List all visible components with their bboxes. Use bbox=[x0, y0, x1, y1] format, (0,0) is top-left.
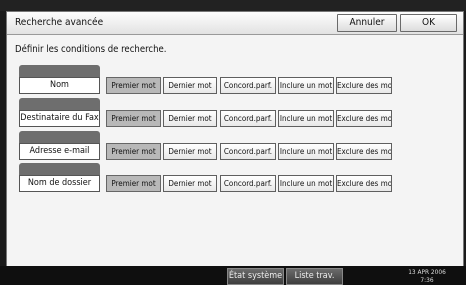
search-row-email: Adresse e-mail Premier mot Dernier mot C… bbox=[7, 131, 463, 165]
option-last-word[interactable]: Dernier mot bbox=[163, 143, 217, 160]
search-row-fax-destination: Destinataire du Fax Premier mot Dernier … bbox=[7, 98, 463, 132]
option-include-word[interactable]: Inclure un mot bbox=[278, 110, 334, 127]
field-tab bbox=[19, 163, 100, 175]
date-text: 13 APR 2006 bbox=[408, 268, 446, 276]
option-exclude-words[interactable]: Exclure des mots bbox=[336, 77, 392, 94]
option-exact-match[interactable]: Concord.parf. bbox=[220, 77, 276, 94]
option-exclude-words[interactable]: Exclure des mots bbox=[336, 175, 392, 192]
option-first-word[interactable]: Premier mot bbox=[106, 77, 161, 94]
date-time: 13 APR 2006 7:36 bbox=[394, 268, 460, 284]
instruction-text: Définir les conditions de recherche. bbox=[15, 44, 167, 55]
option-exact-match[interactable]: Concord.parf. bbox=[220, 175, 276, 192]
job-list-button[interactable]: Liste trav. bbox=[286, 268, 343, 285]
field-tab bbox=[19, 131, 100, 143]
option-exclude-words[interactable]: Exclure des mots bbox=[336, 110, 392, 127]
title-bar: Recherche avancée Annuler OK bbox=[7, 12, 463, 35]
option-include-word[interactable]: Inclure un mot bbox=[278, 77, 334, 94]
field-button-folder[interactable]: Nom de dossier bbox=[19, 175, 100, 192]
option-last-word[interactable]: Dernier mot bbox=[163, 77, 217, 94]
option-include-word[interactable]: Inclure un mot bbox=[278, 175, 334, 192]
status-bar: État système Liste trav. 13 APR 2006 7:3… bbox=[0, 266, 466, 285]
option-include-word[interactable]: Inclure un mot bbox=[278, 143, 334, 160]
option-last-word[interactable]: Dernier mot bbox=[163, 175, 217, 192]
option-exact-match[interactable]: Concord.parf. bbox=[220, 110, 276, 127]
system-status-button[interactable]: État système bbox=[227, 268, 284, 285]
search-row-name: Nom Premier mot Dernier mot Concord.parf… bbox=[7, 65, 463, 99]
time-text: 7:36 bbox=[420, 276, 434, 284]
option-exact-match[interactable]: Concord.parf. bbox=[220, 143, 276, 160]
option-first-word[interactable]: Premier mot bbox=[106, 175, 161, 192]
option-last-word[interactable]: Dernier mot bbox=[163, 110, 217, 127]
field-tab bbox=[19, 98, 100, 110]
page-title: Recherche avancée bbox=[15, 17, 104, 28]
option-exclude-words[interactable]: Exclure des mots bbox=[336, 143, 392, 160]
option-first-word[interactable]: Premier mot bbox=[106, 110, 161, 127]
field-button-fax-destination[interactable]: Destinataire du Fax bbox=[19, 110, 100, 127]
cancel-button[interactable]: Annuler bbox=[337, 14, 397, 32]
search-row-folder: Nom de dossier Premier mot Dernier mot C… bbox=[7, 163, 463, 197]
option-first-word[interactable]: Premier mot bbox=[106, 143, 161, 160]
advanced-search-panel: Recherche avancée Annuler OK Définir les… bbox=[6, 11, 464, 268]
field-button-name[interactable]: Nom bbox=[19, 77, 100, 94]
top-strip bbox=[0, 0, 466, 11]
ok-button[interactable]: OK bbox=[400, 14, 457, 32]
field-button-email[interactable]: Adresse e-mail bbox=[19, 143, 100, 160]
field-tab bbox=[19, 65, 100, 77]
